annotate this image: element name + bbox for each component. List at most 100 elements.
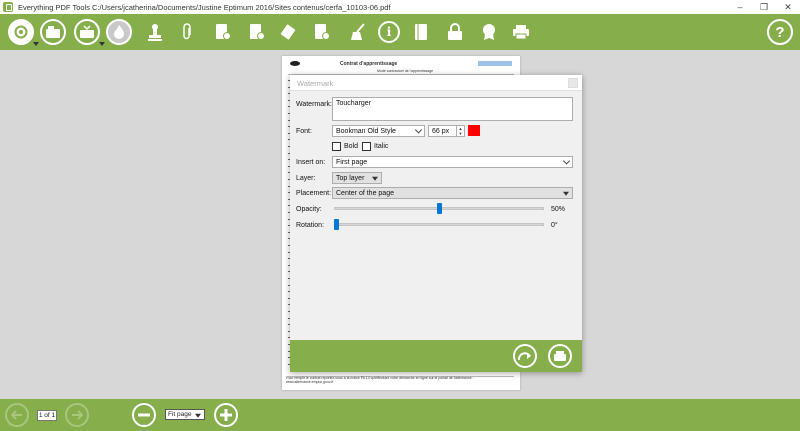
caret-down-icon <box>563 191 569 196</box>
flame-button[interactable] <box>104 17 134 47</box>
opacity-label: Opacity: <box>296 206 322 213</box>
insert-on-value: First page <box>336 158 368 166</box>
page-tag <box>478 61 512 66</box>
zoom-value: Fit page <box>168 411 192 418</box>
rotation-slider[interactable] <box>334 223 544 226</box>
minus-icon <box>138 413 150 417</box>
book-button[interactable] <box>406 17 436 47</box>
watermark-label: Watermark: <box>296 101 332 108</box>
save-icon <box>554 351 566 361</box>
restore-button[interactable]: ❐ <box>752 0 776 14</box>
open-file-icon <box>40 19 66 45</box>
insert-on-select[interactable]: First page <box>332 156 573 168</box>
caret-down-icon <box>195 413 201 418</box>
color-picker[interactable] <box>468 125 480 136</box>
plus-icon <box>220 409 232 421</box>
dialog-footer <box>290 340 582 372</box>
merge-icon <box>315 24 330 40</box>
zoom-out-button[interactable] <box>132 403 156 427</box>
save-output-button[interactable] <box>548 344 572 368</box>
font-size-stepper[interactable]: 66 px ▲ ▼ <box>428 125 465 137</box>
rotation-value: 0° <box>551 222 558 229</box>
placement-select[interactable]: Center of the page <box>332 187 573 199</box>
dialog-title: Watermark <box>297 79 334 88</box>
placement-value: Center of the page <box>336 189 394 197</box>
dialog-close-button[interactable] <box>568 78 578 88</box>
eraser-icon <box>280 24 296 40</box>
info-button[interactable]: i <box>374 17 404 47</box>
close-window-button[interactable]: ✕ <box>776 0 800 14</box>
title-bar: Everything PDF Tools C:/Users/jcatherina… <box>0 0 800 14</box>
page-indicator[interactable]: 1 of 1 <box>37 410 57 421</box>
italic-checkbox[interactable] <box>362 142 371 151</box>
page-footer: Pour remplir le contrat reportez-vous à … <box>286 376 474 384</box>
save-button[interactable] <box>72 17 105 47</box>
convert-icon <box>8 19 34 45</box>
previous-page-button[interactable] <box>5 403 29 427</box>
delete-pages-button[interactable] <box>242 17 272 47</box>
window-controls: – ❐ ✕ <box>728 0 800 14</box>
rotation-label: Rotation: <box>296 222 325 229</box>
watermark-text-input[interactable]: Toucharger <box>332 97 573 121</box>
main-toolbar: i ? <box>0 14 800 50</box>
page-title: Contrat d'apprentissage <box>340 61 398 67</box>
font-value: Bookman Old Style <box>336 127 396 135</box>
window-title: Everything PDF Tools C:/Users/jcatherina… <box>18 2 391 12</box>
next-page-button[interactable] <box>65 403 89 427</box>
stamp-icon <box>148 24 162 41</box>
lock-button[interactable] <box>440 17 470 47</box>
layer-select[interactable]: Top layer <box>332 172 382 184</box>
printer-icon <box>513 25 529 40</box>
opacity-value: 50% <box>551 206 566 213</box>
arrow-right-icon <box>72 410 83 420</box>
attach-button[interactable] <box>172 17 202 47</box>
help-button[interactable]: ? <box>765 17 795 47</box>
watermark-text-value: Toucharger <box>336 100 372 107</box>
insert-on-label: Insert on: <box>296 159 326 166</box>
book-icon <box>415 24 427 40</box>
zoom-select[interactable]: Fit page <box>165 409 205 420</box>
open-file-button[interactable] <box>38 17 68 47</box>
clean-button[interactable] <box>343 17 373 47</box>
convert-button[interactable] <box>6 17 39 47</box>
arrow-left-icon <box>11 410 22 420</box>
zoom-in-button[interactable] <box>214 403 238 427</box>
font-select[interactable]: Bookman Old Style <box>332 125 425 137</box>
font-label: Font: <box>296 128 312 135</box>
certify-button[interactable] <box>474 17 504 47</box>
redo-arrow-icon <box>518 352 531 361</box>
spin-buttons[interactable]: ▲ ▼ <box>456 126 464 136</box>
bold-label: Bold <box>344 143 359 150</box>
page-subtitle: Mode contractuel de l'apprentissage <box>377 69 434 73</box>
badge-icon <box>483 24 495 40</box>
app-logo-icon <box>3 2 13 12</box>
cerfa-logo-icon <box>290 61 300 66</box>
eraser-button[interactable] <box>273 17 303 47</box>
opacity-slider-thumb[interactable] <box>436 203 442 214</box>
rotation-slider-thumb[interactable] <box>334 219 339 230</box>
apply-button[interactable] <box>513 344 537 368</box>
info-icon: i <box>378 21 400 43</box>
watermark-dialog: Watermark Watermark: Toucharger Font: Bo… <box>290 75 582 372</box>
caret-down-icon <box>372 176 378 181</box>
minimize-button[interactable]: – <box>728 0 752 14</box>
flame-icon <box>106 19 132 45</box>
save-icon <box>74 19 100 45</box>
font-size-value: 66 px <box>432 127 450 135</box>
stamp-button[interactable] <box>140 17 170 47</box>
print-button[interactable] <box>506 17 536 47</box>
help-icon: ? <box>767 19 793 45</box>
lock-icon <box>448 23 462 40</box>
dialog-body: Watermark: Toucharger Font: Bookman Old … <box>290 90 582 340</box>
delete-pages-icon <box>250 24 265 40</box>
chevron-down-icon <box>414 126 423 134</box>
italic-label: Italic <box>374 143 389 150</box>
layer-label: Layer: <box>296 175 316 182</box>
bottom-bar: 1 of 1 Fit page <box>0 399 800 431</box>
add-pages-button[interactable] <box>208 17 238 47</box>
paperclip-icon <box>183 23 191 40</box>
add-pages-icon <box>216 24 231 40</box>
placement-label: Placement: <box>296 190 332 197</box>
bold-checkbox[interactable] <box>332 142 341 151</box>
merge-button[interactable] <box>307 17 337 47</box>
